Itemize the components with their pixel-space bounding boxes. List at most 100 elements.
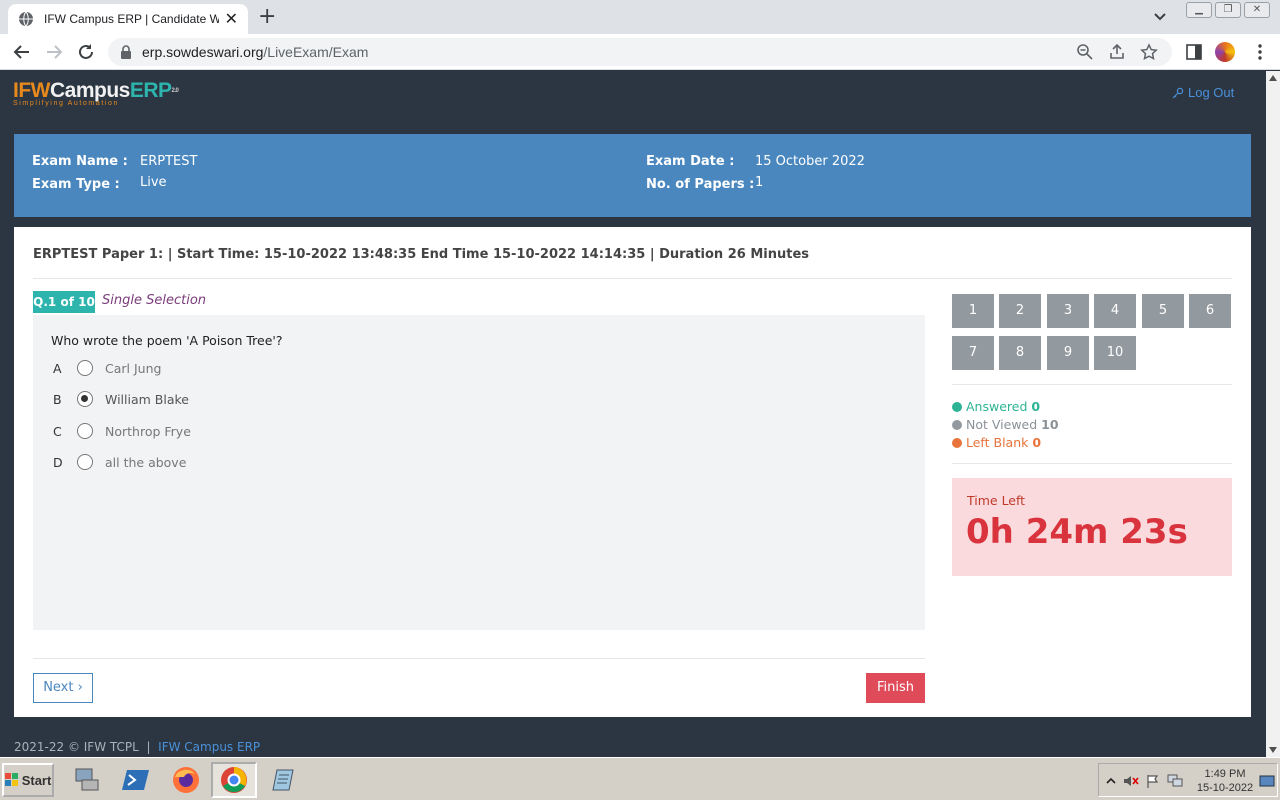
exam-name-label: Exam Name : <box>32 154 128 169</box>
network-icon[interactable] <box>1167 774 1183 788</box>
answered-count: 0 <box>1031 399 1041 414</box>
address-bar[interactable]: erp.sowdeswari.org/LiveExam/Exam <box>108 38 1172 66</box>
question-nav-7[interactable]: 7 <box>952 336 994 370</box>
option-c-radio[interactable] <box>77 423 93 439</box>
not-viewed-label: Not Viewed <box>966 417 1038 432</box>
question-nav-9[interactable]: 9 <box>1047 336 1089 370</box>
side-panel-icon[interactable] <box>1184 42 1204 62</box>
zoom-icon[interactable] <box>1076 43 1094 61</box>
option-letter: D <box>53 454 63 470</box>
profile-avatar[interactable] <box>1215 42 1235 62</box>
question-nav-2[interactable]: 2 <box>999 294 1041 328</box>
tab-close-icon[interactable]: ✕ <box>225 11 238 27</box>
share-icon[interactable] <box>1108 43 1126 61</box>
minimize-icon[interactable]: ▁ <box>1186 2 1212 18</box>
show-desktop-icon[interactable] <box>1259 774 1275 788</box>
start-button[interactable]: Start <box>2 763 54 797</box>
divider <box>33 658 925 659</box>
time-left-label: Time Left <box>967 493 1026 508</box>
window-controls: ▁ ❐ ✕ <box>1183 2 1270 18</box>
exam-name-value: ERPTEST <box>140 154 198 169</box>
option-text: Northrop Frye <box>105 423 191 439</box>
option-b-radio[interactable] <box>77 391 93 407</box>
notepad-icon <box>272 769 294 791</box>
exam-date-value: 15 October 2022 <box>755 154 865 169</box>
option-letter: A <box>53 360 62 376</box>
logo-campus: Campus <box>49 79 130 102</box>
forward-arrow-icon[interactable] <box>45 43 63 61</box>
legend-answered: Answered 0 <box>952 399 1040 414</box>
question-nav-1[interactable]: 1 <box>952 294 994 328</box>
page-scrollbar[interactable] <box>1266 71 1280 757</box>
footer-link[interactable]: IFW Campus ERP <box>158 740 260 754</box>
question-nav-6[interactable]: 6 <box>1189 294 1231 328</box>
footer-separator: | <box>146 740 151 754</box>
not-viewed-count: 10 <box>1041 417 1059 432</box>
question-nav-8[interactable]: 8 <box>999 336 1041 370</box>
legend-not-viewed: Not Viewed 10 <box>952 417 1059 432</box>
exam-content-panel: ERPTEST Paper 1: | Start Time: 15-10-202… <box>14 227 1251 717</box>
option-a[interactable]: A Carl Jung <box>53 360 161 376</box>
lock-icon[interactable] <box>120 45 132 59</box>
exam-type-label: Exam Type : <box>32 177 120 192</box>
taskbar-clock[interactable]: 1:49 PM 15-10-2022 <box>1195 767 1255 795</box>
option-b[interactable]: B William Blake <box>53 391 189 407</box>
divider <box>952 384 1232 385</box>
back-arrow-icon[interactable] <box>13 43 31 61</box>
legend-left-blank: Left Blank 0 <box>952 435 1041 450</box>
left-blank-dot-icon <box>952 437 962 448</box>
restore-icon[interactable]: ❐ <box>1215 2 1241 18</box>
option-text: all the above <box>105 454 187 470</box>
question-nav-3[interactable]: 3 <box>1047 294 1089 328</box>
system-tray: 1:49 PM 15-10-2022 <box>1098 763 1278 797</box>
option-c[interactable]: C Northrop Frye <box>53 423 191 439</box>
powershell-taskbar-icon[interactable] <box>113 762 159 798</box>
question-nav-5[interactable]: 5 <box>1142 294 1184 328</box>
powershell-icon <box>122 770 149 790</box>
logout-link[interactable]: Log Out <box>1172 85 1234 100</box>
question-nav-4[interactable]: 4 <box>1094 294 1136 328</box>
browser-toolbar: erp.sowdeswari.org/LiveExam/Exam <box>0 34 1280 70</box>
not-viewed-dot-icon <box>952 419 962 430</box>
question-type: Single Selection <box>102 293 207 308</box>
option-d[interactable]: D all the above <box>53 454 186 470</box>
firefox-taskbar-icon[interactable] <box>163 762 209 798</box>
exam-info-panel: Exam Name : ERPTEST Exam Type : Live Exa… <box>14 134 1251 217</box>
clock-date: 15-10-2022 <box>1196 782 1254 794</box>
tab-title: IFW Campus ERP | Candidate Welcome <box>44 12 219 26</box>
new-tab-icon[interactable]: + <box>258 6 276 28</box>
question-text: Who wrote the poem 'A Poison Tree'? <box>51 333 283 348</box>
notepad-taskbar-icon[interactable] <box>262 762 308 798</box>
logo-erp: ERP <box>129 79 172 102</box>
logo-version: 2.0 <box>171 88 179 94</box>
logo-text: IFWCampusERP2.0 <box>13 79 179 102</box>
time-left-panel: Time Left 0h 24m 23s <box>952 478 1232 576</box>
scroll-up-icon[interactable] <box>1269 75 1277 81</box>
kebab-menu-icon[interactable] <box>1250 42 1270 62</box>
url-path: /LiveExam/Exam <box>263 44 369 60</box>
chevron-up-icon[interactable] <box>1103 774 1119 788</box>
computer-taskbar-icon[interactable] <box>64 762 110 798</box>
question-box: Who wrote the poem 'A Poison Tree'? A Ca… <box>33 315 925 630</box>
exam-type-value: Live <box>140 175 167 190</box>
bookmark-star-icon[interactable] <box>1140 43 1158 61</box>
browser-tab[interactable]: IFW Campus ERP | Candidate Welcome ✕ <box>8 4 248 34</box>
finish-button[interactable]: Finish <box>866 673 925 703</box>
option-text: William Blake <box>105 391 189 407</box>
windows-flag-icon <box>4 773 18 786</box>
divider <box>33 278 1232 279</box>
next-button[interactable]: Next › <box>33 673 93 703</box>
option-d-radio[interactable] <box>77 454 93 470</box>
reload-icon[interactable] <box>77 43 95 61</box>
url-text: erp.sowdeswari.org/LiveExam/Exam <box>142 44 1076 60</box>
computer-icon <box>75 768 99 791</box>
chevron-down-icon[interactable] <box>1152 8 1168 24</box>
question-nav-10[interactable]: 10 <box>1094 336 1136 370</box>
window-close-icon[interactable]: ✕ <box>1244 2 1270 18</box>
option-a-radio[interactable] <box>77 360 93 376</box>
flag-icon[interactable] <box>1145 774 1161 788</box>
scroll-down-icon[interactable] <box>1269 747 1277 753</box>
answered-dot-icon <box>952 401 962 412</box>
speaker-muted-icon[interactable] <box>1123 774 1139 788</box>
chrome-taskbar-icon[interactable] <box>211 762 257 798</box>
